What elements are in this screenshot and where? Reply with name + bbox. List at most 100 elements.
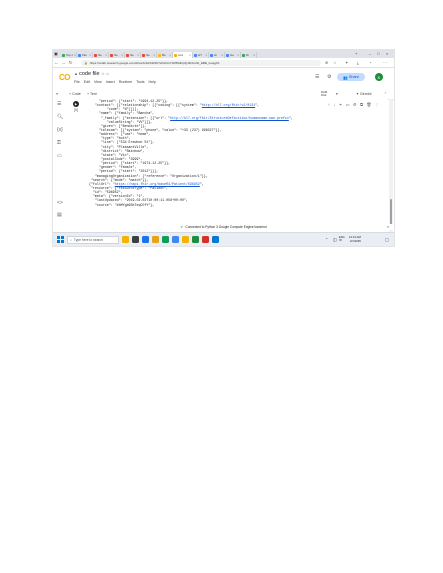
- cell-execution-count: [5]: [74, 108, 78, 112]
- menu-item-view[interactable]: View: [94, 80, 102, 84]
- add-code-button[interactable]: + Code: [69, 92, 81, 96]
- taskbar-app-icon[interactable]: [192, 236, 199, 243]
- downloads-icon[interactable]: ⤓: [357, 60, 359, 65]
- taskbar-app-icon[interactable]: [122, 236, 129, 243]
- toolbar-menu-icon[interactable]: ≡: [56, 92, 58, 96]
- avatar[interactable]: K: [375, 73, 383, 81]
- taskbar-app-icon[interactable]: [152, 236, 159, 243]
- menu-item-edit[interactable]: Edit: [84, 80, 90, 84]
- notifications-icon[interactable]: ▢: [385, 237, 389, 242]
- maximize-icon[interactable]: □: [377, 51, 379, 56]
- tab-favicon-icon: [142, 53, 145, 57]
- gemini-label: Gemini: [360, 91, 372, 96]
- disk-label: Disk: [321, 92, 327, 97]
- menu-item-runtime[interactable]: Runtime: [119, 80, 132, 84]
- move-down-icon[interactable]: ↓: [333, 102, 335, 107]
- back-icon[interactable]: ←: [53, 60, 60, 65]
- taskbar-search-input[interactable]: ⌕ Type here to search: [67, 235, 119, 244]
- forward-icon[interactable]: →: [60, 60, 67, 65]
- tab-close-icon[interactable]: ×: [237, 53, 239, 57]
- mirror-cell-icon[interactable]: ⧉: [360, 102, 363, 107]
- tab-close-icon[interactable]: ×: [137, 53, 139, 57]
- url-input[interactable]: 🔒 https://colab.research.google.com/driv…: [81, 59, 321, 66]
- tab-label: Ge: [230, 53, 235, 57]
- close-status-icon[interactable]: ×: [387, 225, 389, 229]
- browser-menu-icon[interactable]: ⋯: [383, 60, 387, 65]
- extensions-icon[interactable]: ✦: [345, 60, 348, 65]
- colab-logo[interactable]: CO: [59, 73, 71, 82]
- find-icon[interactable]: 🔍︎: [57, 114, 63, 120]
- more-options-icon[interactable]: ⋮: [375, 102, 379, 107]
- language-indicator[interactable]: ENG IN: [339, 236, 345, 243]
- ram-disk-indicator[interactable]: RAM Disk: [321, 90, 327, 97]
- code-url-link[interactable]: http://hl7.org/fhir/StructureDefinition/…: [170, 116, 289, 120]
- cell-settings-icon[interactable]: ⚙: [353, 102, 357, 107]
- windows-start-icon[interactable]: [57, 236, 64, 243]
- taskbar-app-icon[interactable]: [162, 236, 169, 243]
- gemini-button[interactable]: ✦ Gemini: [356, 92, 371, 96]
- tab-close-icon[interactable]: ×: [105, 53, 107, 57]
- tab-close-icon[interactable]: ×: [121, 53, 123, 57]
- variables-icon[interactable]: {x}: [57, 127, 63, 133]
- minimize-icon[interactable]: –: [369, 51, 371, 56]
- close-window-icon[interactable]: ×: [386, 51, 388, 56]
- tab-label: Di: [246, 53, 249, 57]
- taskbar-app-icon[interactable]: [202, 236, 209, 243]
- comments-icon[interactable]: ☰: [315, 74, 319, 80]
- run-cell-button[interactable]: ▶: [73, 101, 79, 107]
- taskbar-app-icon[interactable]: [172, 236, 179, 243]
- region-label: IN: [339, 239, 342, 243]
- notebook-title[interactable]: ▲ code file ☆ ⌂: [74, 71, 109, 77]
- code-snippets-icon[interactable]: <>: [57, 200, 63, 206]
- tab-close-icon[interactable]: ×: [169, 53, 171, 57]
- zoom-icon[interactable]: ⊕: [325, 60, 328, 65]
- table-of-contents-icon[interactable]: ☰: [57, 101, 61, 107]
- clock[interactable]: 12:41 AM 2/1/2025: [349, 235, 361, 243]
- tab-label: File: [82, 53, 87, 57]
- tab-close-icon[interactable]: ×: [253, 53, 255, 57]
- tab-label: cod: [178, 53, 183, 57]
- connected-check-icon: ✔: [180, 225, 184, 229]
- tab-close-icon[interactable]: ×: [221, 53, 223, 57]
- tab-close-icon[interactable]: ×: [205, 53, 207, 57]
- settings-gear-icon[interactable]: ⚙: [327, 74, 331, 80]
- files-folder-icon[interactable]: ▭: [57, 153, 62, 159]
- command-palette-icon[interactable]: ▤: [57, 212, 62, 218]
- taskbar-app-icon[interactable]: [182, 236, 189, 243]
- star-icon[interactable]: ☆: [101, 71, 105, 76]
- tab-close-icon[interactable]: ×: [153, 53, 155, 57]
- secrets-key-icon[interactable]: ⚿: [57, 140, 61, 146]
- scrollbar-thumb[interactable]: [390, 199, 392, 225]
- share-link-icon[interactable]: ⌂: [106, 71, 108, 76]
- vertical-scrollbar[interactable]: [389, 99, 393, 232]
- tab-actions-icon[interactable]: ▣: [54, 51, 58, 56]
- tab-close-icon[interactable]: ×: [89, 53, 91, 57]
- menu-item-help[interactable]: Help: [149, 80, 156, 84]
- collapse-toolbar-icon[interactable]: ⌃: [384, 92, 387, 96]
- menu-item-tools[interactable]: Tools: [136, 80, 144, 84]
- add-text-button[interactable]: + Text: [87, 92, 97, 96]
- comment-icon[interactable]: ▭: [346, 102, 350, 107]
- new-tab-icon[interactable]: +: [355, 51, 357, 56]
- taskbar-app-icon[interactable]: [132, 236, 139, 243]
- tray-arrow-icon[interactable]: ⌃: [325, 237, 328, 242]
- tab-close-icon[interactable]: ×: [74, 53, 76, 57]
- move-up-icon[interactable]: ↑: [328, 102, 330, 107]
- link-icon[interactable]: ⚭: [339, 102, 342, 107]
- runtime-dropdown-icon[interactable]: ▾: [336, 92, 338, 96]
- delete-icon[interactable]: 🗑︎: [366, 102, 371, 107]
- menu-item-file[interactable]: File: [74, 80, 80, 84]
- code-cell[interactable]: ▶ [5] "period": {"start": "1994-12-25"}}…: [67, 99, 388, 232]
- taskbar-app-icon[interactable]: [212, 236, 219, 243]
- runtime-status: ✔ Connected to Python 3 Google Compute E…: [53, 224, 394, 230]
- menu-item-insert[interactable]: Insert: [106, 80, 115, 84]
- tab-favicon-icon: [226, 53, 229, 57]
- reload-icon[interactable]: ↻: [67, 60, 74, 66]
- taskbar-app-icon[interactable]: [142, 236, 149, 243]
- network-icon[interactable]: ◫: [333, 237, 337, 242]
- profile-icon[interactable]: ◔: [369, 60, 371, 65]
- share-button[interactable]: 👥 Share: [337, 73, 365, 81]
- code-url-link[interactable]: http://hl7.org/fhir/v2/0131: [202, 103, 255, 107]
- bookmark-star-icon[interactable]: ☆: [333, 60, 337, 65]
- tab-close-icon[interactable]: ×: [189, 53, 191, 57]
